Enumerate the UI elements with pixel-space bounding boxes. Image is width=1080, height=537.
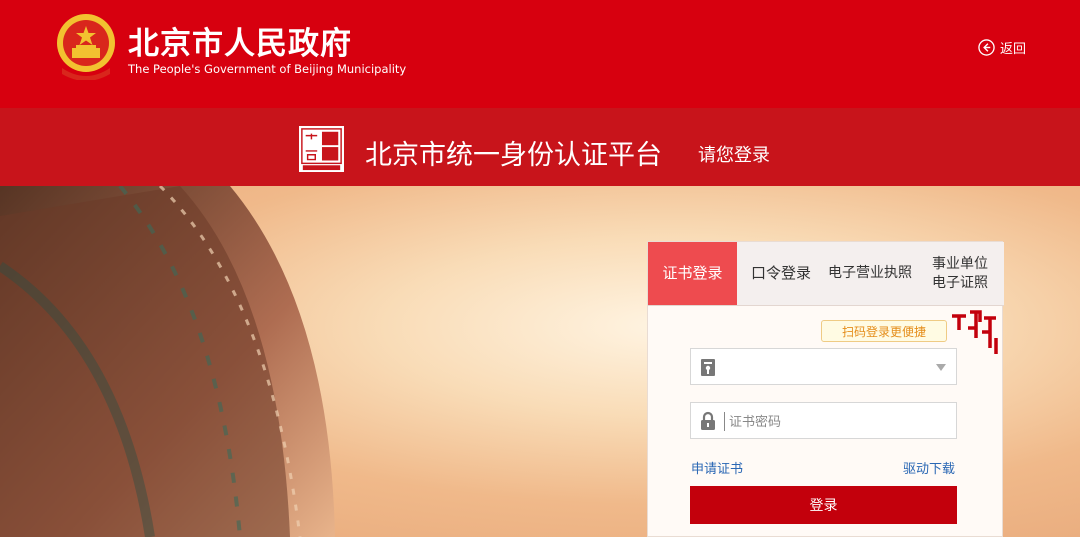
capital-seal-icon: [298, 125, 345, 173]
login-panel: 证书登录 口令登录 电子营业执照 事业单位 电子证照 扫码登录更便捷 申请证书 …: [647, 241, 1004, 537]
tab-institution-label-line1: 事业单位: [932, 255, 988, 272]
login-button[interactable]: 登录: [690, 486, 957, 524]
certificate-select[interactable]: [690, 348, 957, 385]
back-arrow-icon: [978, 38, 995, 56]
tab-e-business-license[interactable]: 电子营业执照: [822, 242, 918, 305]
tab-password-login-label: 口令登录: [750, 264, 811, 282]
tab-certificate-login-label: 证书登录: [662, 264, 723, 282]
chevron-down-icon: [936, 364, 946, 371]
tab-institution-label-line2: 电子证照: [932, 274, 988, 291]
site-title: 北京市人民政府: [128, 26, 352, 62]
site-subtitle: The People's Government of Beijing Munic…: [128, 62, 407, 76]
certificate-icon: [701, 359, 715, 376]
please-login-text: 请您登录: [698, 145, 770, 166]
national-emblem-icon: [57, 14, 115, 80]
back-link[interactable]: 返回: [978, 37, 1026, 57]
driver-download-link[interactable]: 驱动下载: [903, 458, 955, 477]
login-tabs: 证书登录 口令登录 电子营业执照 事业单位 电子证照: [648, 242, 1004, 306]
tab-certificate-login[interactable]: 证书登录: [648, 242, 737, 305]
lock-icon: [701, 411, 715, 430]
tab-e-business-license-label: 电子营业执照: [828, 265, 912, 281]
qr-login-tip: 扫码登录更便捷: [821, 320, 947, 342]
tab-password-login[interactable]: 口令登录: [744, 242, 818, 305]
tab-institution-e-license[interactable]: 事业单位 电子证照: [924, 242, 996, 305]
platform-title: 北京市统一身份认证平台: [365, 140, 662, 171]
back-label: 返回: [1000, 41, 1027, 57]
text-cursor: [724, 412, 725, 431]
certificate-password-input[interactable]: [727, 410, 951, 434]
top-header: 北京市人民政府 The People's Government of Beiji…: [0, 0, 1080, 108]
apply-certificate-link[interactable]: 申请证书: [691, 458, 743, 477]
certificate-password-field[interactable]: [690, 402, 957, 439]
